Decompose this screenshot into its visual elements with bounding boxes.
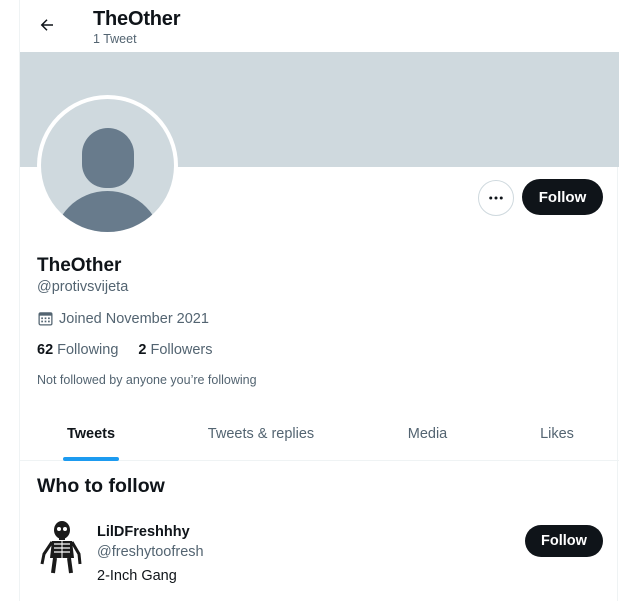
tab-media[interactable]: Media: [360, 407, 495, 460]
following-link[interactable]: 62 Following: [37, 342, 118, 358]
active-tab-indicator: [63, 457, 119, 461]
following-label: Following: [57, 342, 119, 358]
default-avatar-icon: [41, 99, 174, 232]
tab-tweets[interactable]: Tweets: [20, 407, 162, 460]
profile-handle: @protivsvijeta: [37, 279, 129, 295]
profile-avatar[interactable]: [37, 95, 178, 236]
suggested-user-name[interactable]: LilDFreshhhy: [97, 524, 190, 540]
skeleton-avatar-icon[interactable]: [40, 518, 82, 574]
more-button[interactable]: [478, 180, 514, 216]
tab-tweets-replies[interactable]: Tweets & replies: [162, 407, 360, 460]
who-to-follow-title: Who to follow: [37, 475, 165, 497]
back-arrow-icon: [40, 19, 53, 31]
followers-label: Followers: [150, 342, 213, 358]
tab-likes[interactable]: Likes: [495, 407, 619, 460]
profile-column: TheOther 1 Tweet Follow TheOther @protiv…: [19, 0, 619, 601]
profile-name: TheOther: [37, 255, 122, 276]
suggested-follow-button[interactable]: Follow: [525, 525, 603, 557]
suggested-user-handle: @freshytoofresh: [97, 544, 204, 560]
follow-button[interactable]: Follow: [522, 179, 603, 215]
more-icon: [489, 196, 503, 200]
suggested-user-bio: 2-Inch Gang: [97, 568, 177, 584]
not-followed-note: Not followed by anyone you’re following: [37, 373, 257, 387]
suggested-user-row[interactable]: LilDFreshhhy @freshytoofresh 2-Inch Gang…: [20, 508, 619, 601]
followers-link[interactable]: 2 Followers: [138, 342, 212, 358]
following-count: 62: [37, 342, 54, 358]
profile-stats: 62 Following 2 Followers: [37, 342, 213, 358]
joined-date: Joined November 2021: [37, 310, 209, 327]
header-title: TheOther: [93, 8, 181, 30]
profile-tabs: Tweets Tweets & replies Media Likes: [20, 407, 619, 461]
back-button[interactable]: [34, 12, 60, 38]
profile-header-bar: TheOther 1 Tweet: [20, 0, 619, 52]
followers-count: 2: [138, 342, 147, 358]
header-tweet-count: 1 Tweet: [93, 32, 137, 46]
joined-text: Joined November 2021: [59, 310, 209, 327]
calendar-icon: [38, 312, 53, 326]
